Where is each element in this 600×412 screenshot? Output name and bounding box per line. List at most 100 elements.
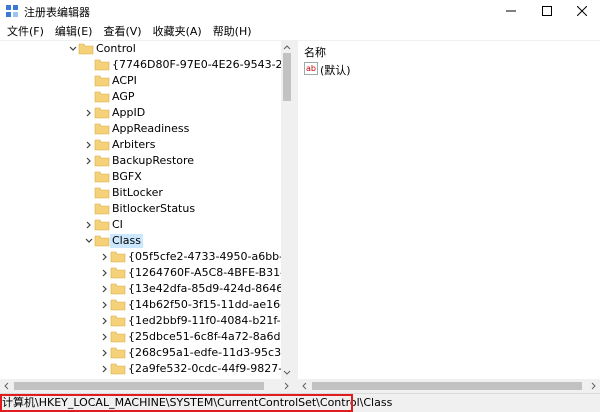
window-title: 注册表编辑器 (24, 6, 90, 19)
tree-node-label: BitlockerStatus (112, 202, 196, 215)
chevron-right-icon[interactable] (84, 156, 94, 166)
folder-icon (110, 267, 126, 279)
tree-node-backuprestore[interactable]: BackupRestore (0, 153, 280, 169)
tree-node-class-child[interactable]: {25dbce51-6c8f-4a72-8a6d-b54c (0, 329, 293, 345)
tree-node-class-child[interactable]: {13e42dfa-85d9-424d-8646-28a7 (0, 281, 293, 297)
scroll-left-icon[interactable] (2, 379, 12, 393)
tree-node-class[interactable]: Class (0, 233, 280, 249)
folder-icon (94, 155, 110, 167)
tree-node-label: {05f5cfe2-4733-4950-a6bb-07aac (128, 250, 293, 263)
chevron-right-icon[interactable] (100, 364, 110, 374)
tree-node-label: Class (110, 234, 143, 248)
folder-icon (94, 75, 110, 87)
title-bar: 注册表编辑器 (0, 0, 600, 22)
tree-node-label: {25dbce51-6c8f-4a72-8a6d-b54c (128, 330, 293, 343)
chevron-down-icon[interactable] (68, 44, 78, 54)
chevron-right-icon[interactable] (100, 316, 110, 326)
folder-icon (110, 347, 126, 359)
regedit-icon (6, 5, 18, 17)
tree-hscroll-thumb[interactable] (14, 382, 264, 390)
chevron-right-icon[interactable] (100, 300, 110, 310)
folder-icon (94, 59, 110, 71)
tree-node-bitlockerstatus[interactable]: BitlockerStatus (0, 201, 280, 217)
chevron-down-icon[interactable] (84, 236, 94, 246)
tree-node-7746d80f-97e0-4e26-9543-26b41fc[interactable]: {7746D80F-97E0-4E26-9543-26B41FC (0, 57, 293, 73)
values-horizontal-scrollbar[interactable] (298, 379, 600, 393)
status-bar: 计算机\HKEY_LOCAL_MACHINE\SYSTEM\CurrentCon… (0, 393, 600, 412)
tree-node-label: BGFX (112, 170, 142, 183)
tree-node-class-child[interactable]: {268c95a1-edfe-11d3-95c3-0010 (0, 345, 293, 361)
tree-node-label: AGP (112, 90, 135, 103)
minimize-icon (506, 10, 516, 12)
tree-node-agp[interactable]: AGP (0, 89, 280, 105)
scroll-left-icon[interactable] (300, 379, 310, 393)
scroll-right-icon[interactable] (588, 379, 598, 393)
tree-node-class-child[interactable]: {1264760F-A5C8-4BFE-B314-D56A (0, 265, 293, 281)
menu-view[interactable]: 查看(V) (100, 23, 144, 39)
menu-file[interactable]: 文件(F) (4, 23, 47, 39)
folder-icon (94, 219, 110, 231)
chevron-right-icon[interactable] (100, 284, 110, 294)
tree-node-label: {2a9fe532-0cdc-44f9-9827-76192 (128, 362, 293, 375)
scroll-right-icon[interactable] (281, 379, 291, 393)
chevron-right-icon[interactable] (100, 348, 110, 358)
column-header-name[interactable]: 名称 (304, 44, 326, 60)
tree-node-label: {14b62f50-3f15-11dd-ae16-0800 (128, 298, 293, 311)
scroll-down-icon[interactable] (281, 368, 293, 378)
tree-node-label: BitLocker (112, 186, 163, 199)
menu-help[interactable]: 帮助(H) (210, 23, 255, 39)
folder-icon (110, 283, 126, 295)
tree-node-label: {268c95a1-edfe-11d3-95c3-0010 (128, 346, 293, 359)
close-button[interactable] (564, 0, 600, 22)
folder-icon (110, 331, 126, 343)
tree-node-class-child[interactable]: {2a9fe532-0cdc-44f9-9827-76192 (0, 361, 293, 377)
folder-icon (110, 315, 126, 327)
maximize-icon (542, 6, 552, 16)
tree-node-appid[interactable]: AppID (0, 105, 280, 121)
folder-icon (94, 235, 110, 247)
value-name: (默认) (320, 64, 351, 77)
folder-icon (94, 203, 110, 215)
scroll-up-icon[interactable] (281, 42, 293, 52)
maximize-button[interactable] (529, 0, 565, 22)
tree-node-class-child[interactable]: {14b62f50-3f15-11dd-ae16-0800 (0, 297, 293, 313)
tree-node-label: BackupRestore (112, 154, 195, 167)
folder-icon (110, 299, 126, 311)
chevron-right-icon[interactable] (84, 140, 94, 150)
chevron-right-icon[interactable] (100, 268, 110, 278)
tree-node-label: {7746D80F-97E0-4E26-9543-26B41FC (112, 58, 293, 71)
tree-node-control[interactable]: Control (0, 41, 280, 57)
chevron-right-icon[interactable] (84, 108, 94, 118)
menu-favorites[interactable]: 收藏夹(A) (150, 23, 205, 39)
menu-bar: 文件(F) 编辑(E) 查看(V) 收藏夹(A) 帮助(H) (0, 22, 600, 40)
tree-scroll-thumb[interactable] (283, 53, 291, 101)
tree-node-appreadiness[interactable]: AppReadiness (0, 121, 280, 137)
tree-horizontal-scrollbar[interactable] (0, 379, 293, 393)
tree-node-class-child[interactable]: {05f5cfe2-4733-4950-a6bb-07aac (0, 249, 293, 265)
folder-icon (94, 187, 110, 199)
close-icon (577, 6, 587, 16)
tree-node-arbiters[interactable]: Arbiters (0, 137, 280, 153)
folder-icon (110, 251, 126, 263)
tree-node-class-child[interactable]: {1ed2bbf9-11f0-4084-b21f-ad83a (0, 313, 293, 329)
key-tree[interactable]: Control {7746D80F-97E0-4E26-9543-26B41FC A… (0, 41, 293, 379)
folder-icon (78, 43, 94, 55)
tree-node-label: ACPI (112, 74, 137, 87)
tree-node-ci[interactable]: CI (0, 217, 280, 233)
chevron-right-icon[interactable] (100, 252, 110, 262)
tree-node-label: AppReadiness (112, 122, 190, 135)
chevron-right-icon[interactable] (100, 332, 110, 342)
folder-icon (94, 123, 110, 135)
menu-edit[interactable]: 编辑(E) (52, 23, 96, 39)
tree-node-label: Arbiters (112, 138, 156, 151)
tree-node-acpi[interactable]: ACPI (0, 73, 280, 89)
minimize-button[interactable] (493, 0, 529, 22)
chevron-right-icon[interactable] (84, 220, 94, 230)
tree-node-bitlocker[interactable]: BitLocker (0, 185, 280, 201)
values-pane[interactable]: 名称 ab (默认) (298, 41, 600, 379)
tree-node-bgfx[interactable]: BGFX (0, 169, 280, 185)
string-value-icon: ab (304, 62, 318, 75)
tree-vertical-scrollbar[interactable] (281, 41, 293, 379)
folder-icon (94, 171, 110, 183)
values-hscroll-thumb[interactable] (312, 382, 582, 390)
